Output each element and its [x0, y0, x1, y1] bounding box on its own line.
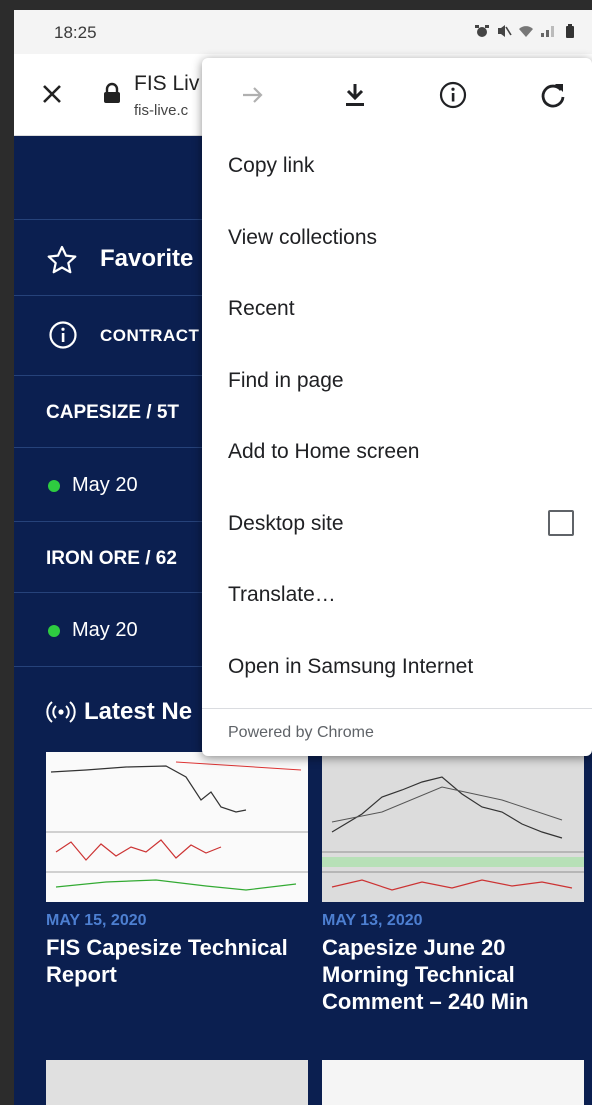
menu-item-add-to-home[interactable]: Add to Home screen	[228, 440, 419, 464]
lock-icon	[104, 82, 120, 103]
latest-news-label: Latest Ne	[84, 698, 193, 725]
menu-item-find-in-page[interactable]: Find in page	[228, 369, 344, 393]
phone-screen: 18:25 FIS Liv fis-live.c Favorite CONTRA…	[14, 10, 592, 1105]
menu-divider	[202, 708, 592, 709]
news-card[interactable]	[46, 1060, 308, 1105]
status-bar: 18:25	[14, 10, 592, 54]
news-title[interactable]: Capesize June 20 Morning Technical Comme…	[322, 934, 584, 1015]
download-icon[interactable]	[340, 80, 370, 110]
alarm-icon	[475, 25, 489, 37]
refresh-icon[interactable]	[538, 80, 568, 110]
menu-toolbar	[202, 58, 592, 134]
favorites-label: Favorite	[100, 245, 194, 272]
contracts-label: CONTRACT	[100, 326, 200, 345]
star-icon	[47, 245, 77, 274]
info-icon	[49, 321, 77, 349]
chart-thumbnail	[46, 1060, 308, 1105]
broadcast-icon	[46, 701, 76, 723]
news-card[interactable]: MAY 15, 2020 FIS Capesize Technical Repo…	[46, 752, 308, 988]
battery-icon	[566, 24, 574, 38]
menu-item-view-collections[interactable]: View collections	[228, 226, 377, 250]
item-date: May 20	[72, 474, 138, 496]
news-card[interactable]	[322, 1060, 584, 1105]
news-title[interactable]: FIS Capesize Technical Report	[46, 934, 308, 988]
forward-arrow-icon[interactable]	[238, 80, 268, 110]
item-name: CAPESIZE / 5T	[46, 402, 180, 423]
overflow-menu: Copy link View collections Recent Find i…	[202, 58, 592, 756]
mute-icon	[498, 25, 512, 37]
powered-by-label: Powered by Chrome	[228, 724, 374, 741]
page-url[interactable]: fis-live.c	[134, 102, 188, 119]
wifi-icon	[519, 26, 533, 37]
menu-item-desktop-site[interactable]: Desktop site	[228, 512, 344, 536]
page-title[interactable]: FIS Liv	[134, 72, 199, 96]
news-date: MAY 15, 2020	[46, 912, 147, 929]
signal-icon	[541, 26, 554, 37]
chart-thumbnail	[322, 1060, 584, 1105]
menu-item-recent[interactable]: Recent	[228, 297, 295, 321]
item-name: IRON ORE / 62	[46, 548, 177, 569]
chart-thumbnail	[46, 752, 308, 902]
latest-news-heading: Latest Ne	[46, 698, 192, 726]
menu-item-translate[interactable]: Translate…	[228, 583, 336, 607]
close-icon[interactable]	[40, 82, 64, 106]
news-date: MAY 13, 2020	[322, 912, 423, 929]
status-dot	[48, 625, 60, 637]
status-dot	[48, 480, 60, 492]
info-icon[interactable]	[438, 80, 468, 110]
chart-thumbnail	[322, 752, 584, 902]
desktop-site-checkbox[interactable]	[548, 510, 574, 536]
news-card[interactable]: MAY 13, 2020 Capesize June 20 Morning Te…	[322, 752, 584, 1015]
menu-item-open-samsung[interactable]: Open in Samsung Internet	[228, 655, 473, 679]
item-date: May 20	[72, 619, 138, 641]
menu-item-copy-link[interactable]: Copy link	[228, 154, 314, 178]
status-time: 18:25	[54, 23, 97, 42]
status-icons	[474, 24, 578, 38]
